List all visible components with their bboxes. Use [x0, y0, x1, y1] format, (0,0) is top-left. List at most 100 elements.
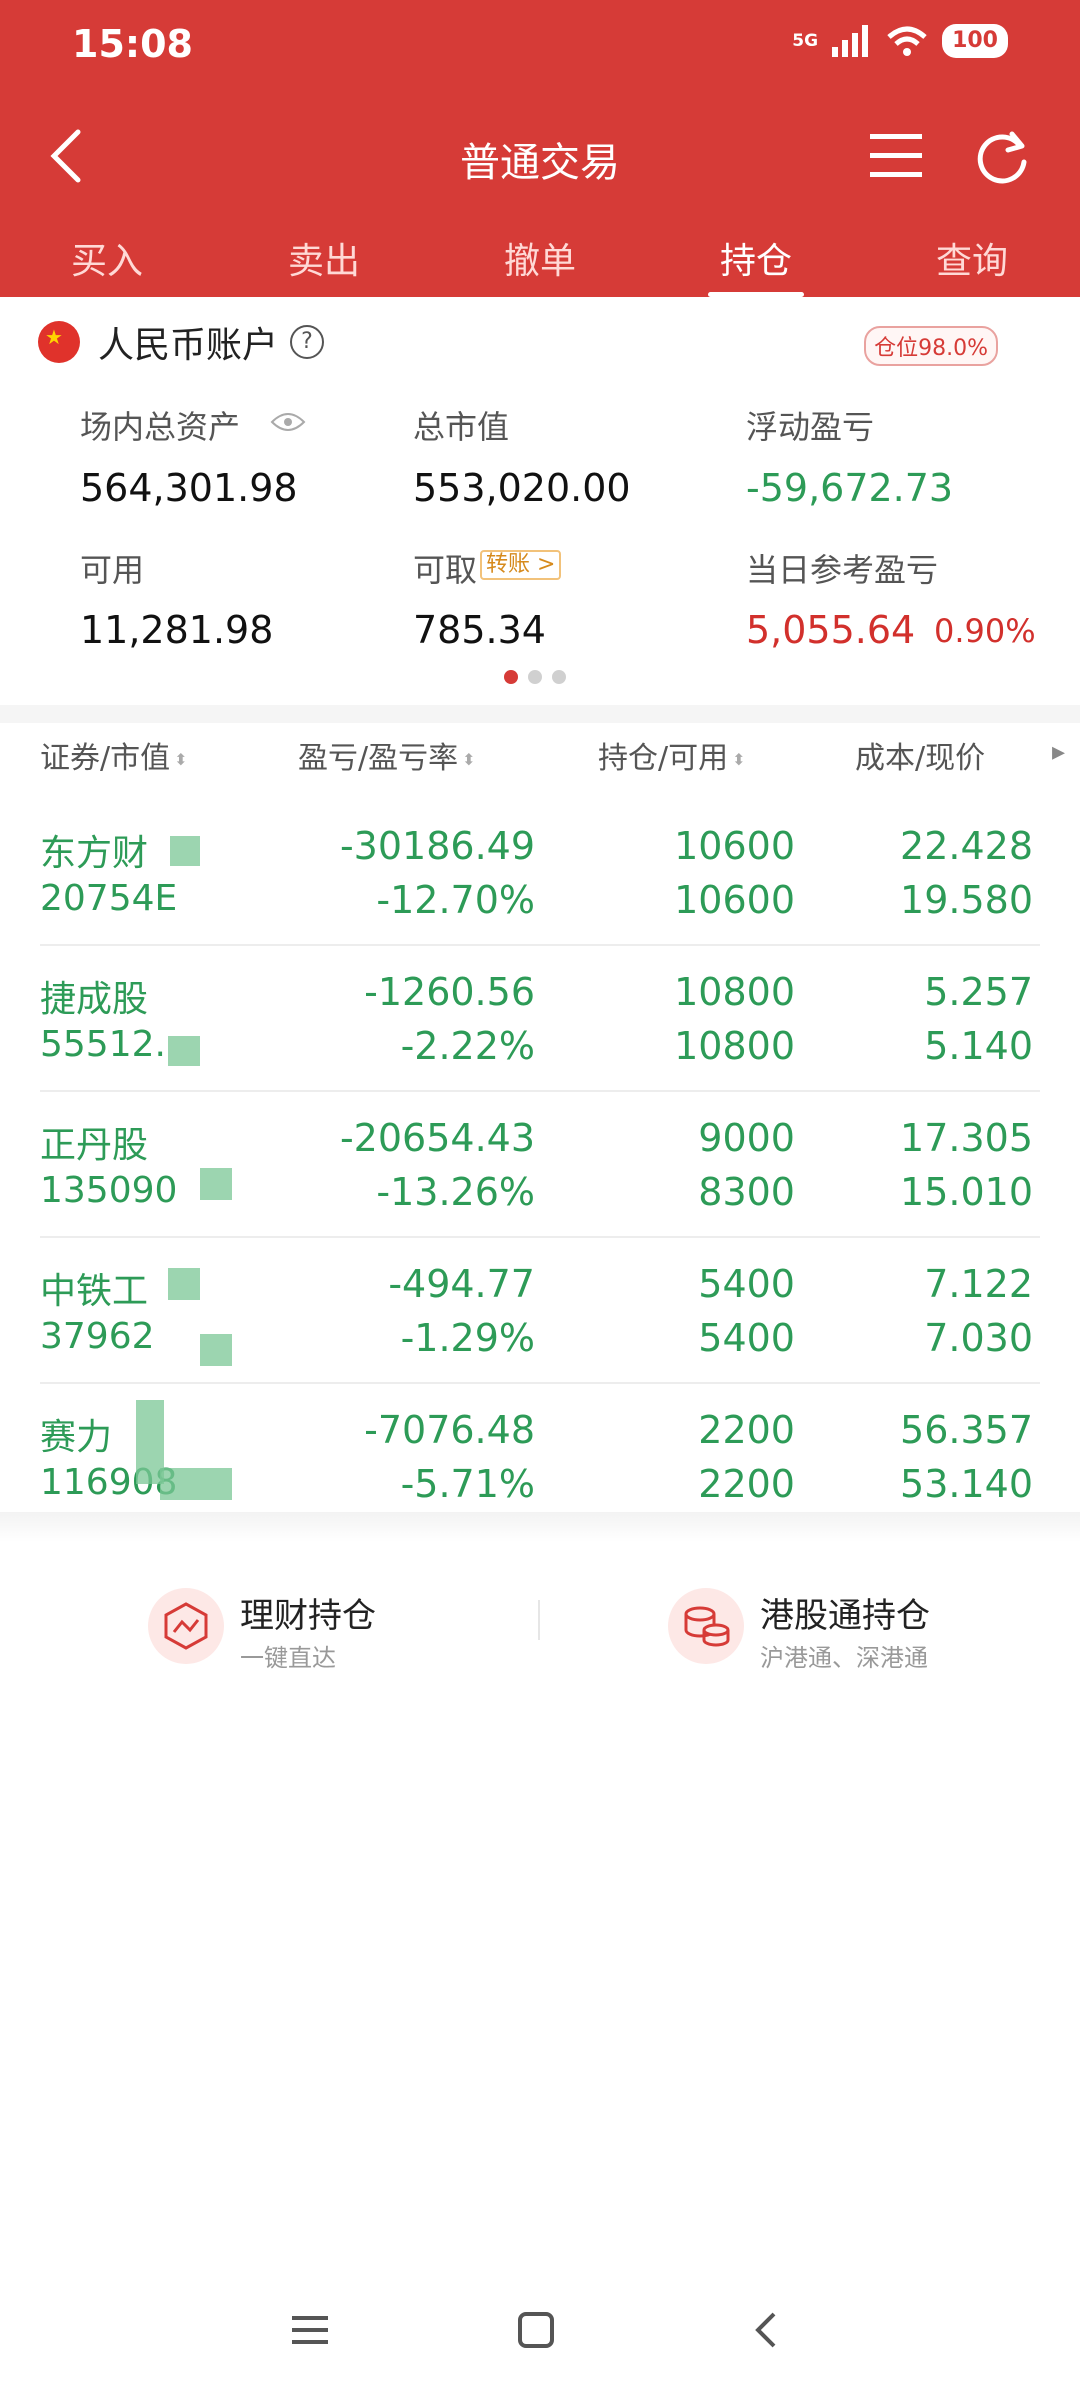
redaction-mosaic — [200, 1168, 232, 1200]
network-label: 5G — [792, 30, 819, 51]
status-icons: 5G 100 — [792, 24, 1008, 58]
cost-price: 17.305 — [900, 1116, 1033, 1160]
pl-rate: -1.29% — [400, 1316, 535, 1360]
nav-home-icon[interactable] — [516, 2310, 556, 2350]
tab-holdings[interactable]: 持仓 — [681, 232, 831, 284]
page-dot — [552, 670, 566, 684]
shortcut-divider — [538, 1600, 540, 1640]
status-time: 15:08 — [72, 22, 193, 66]
sort-icon: ⬍ — [732, 750, 746, 769]
position-qty: 10800 — [674, 970, 795, 1014]
col-header-position[interactable]: 持仓/可用 ⬍ — [598, 733, 746, 777]
security-market-value: 20754E — [40, 878, 178, 919]
pl-value: -494.77 — [388, 1262, 535, 1306]
current-price: 7.030 — [924, 1316, 1033, 1360]
current-price: 19.580 — [900, 878, 1033, 922]
security-name: 正丹股 — [40, 1125, 149, 1166]
tab-sell[interactable]: 卖出 — [249, 232, 399, 284]
section-divider — [0, 705, 1080, 723]
page-dot — [504, 670, 518, 684]
cost-price: 5.257 — [924, 970, 1033, 1014]
security-market-value: 37962 — [40, 1316, 155, 1357]
coins-stack-icon — [668, 1588, 744, 1664]
current-price: 5.140 — [924, 1024, 1033, 1068]
header-bar: 15:08 5G 100 普通交易 买入 卖出 撤单 持仓 查询 — [0, 0, 1080, 297]
help-icon[interactable]: ? — [290, 325, 325, 359]
position-ratio-badge: 仓位98.0% — [864, 326, 998, 366]
refresh-icon[interactable] — [972, 128, 1032, 188]
sort-icon: ⬍ — [462, 750, 476, 769]
table-row[interactable]: 东方财 20754E -30186.49 -12.70% 10600 10600… — [0, 800, 1080, 946]
wifi-icon — [887, 26, 927, 56]
account-title: 人民币账户 — [98, 325, 279, 366]
tab-query[interactable]: 查询 — [897, 232, 1047, 284]
trade-tabs: 买入 卖出 撤单 持仓 查询 — [0, 232, 1080, 292]
position-qty: 2200 — [698, 1408, 795, 1452]
cost-price: 7.122 — [924, 1262, 1033, 1306]
pl-rate: -13.26% — [376, 1170, 535, 1214]
position-qty: 5400 — [698, 1262, 795, 1306]
tab-cancel[interactable]: 撤单 — [465, 232, 615, 284]
wealth-chart-icon — [148, 1588, 224, 1664]
floating-pl-value: -59,672.73 — [746, 466, 954, 510]
scroll-right-icon[interactable]: ▸ — [1052, 737, 1065, 767]
pl-rate: -2.22% — [400, 1024, 535, 1068]
security-market-value: 135090 — [40, 1170, 178, 1211]
current-price: 53.140 — [900, 1462, 1033, 1506]
withdrawable-label: 可取 — [413, 551, 478, 589]
menu-icon[interactable] — [868, 130, 924, 182]
withdrawable-value: 785.34 — [413, 608, 546, 652]
signal-icon — [832, 25, 869, 57]
daily-pl-label: 当日参考盈亏 — [746, 551, 939, 589]
shortcut-subtitle: 沪港通、深港通 — [760, 1644, 928, 1672]
eye-icon[interactable] — [270, 410, 306, 434]
battery-indicator: 100 — [942, 24, 1008, 58]
available-qty: 10600 — [674, 878, 795, 922]
security-name: 捷成股 — [40, 979, 149, 1020]
tab-buy[interactable]: 买入 — [32, 232, 182, 284]
nav-menu-icon[interactable] — [290, 2310, 330, 2350]
pl-value: -30186.49 — [339, 824, 535, 868]
china-flag-icon — [38, 321, 80, 363]
page-indicator — [504, 670, 566, 684]
pl-rate: -5.71% — [400, 1462, 535, 1506]
total-assets-value: 564,301.98 — [80, 466, 298, 510]
redaction-mosaic — [168, 1036, 200, 1066]
redaction-mosaic — [160, 1468, 232, 1500]
transfer-button[interactable]: 转账 > — [480, 550, 562, 580]
col-header-label: 持仓/可用 — [598, 741, 729, 776]
pl-value: -1260.56 — [364, 970, 535, 1014]
active-tab-indicator — [708, 292, 804, 297]
account-header: 人民币账户 ? — [38, 320, 325, 366]
security-name: 中铁工 — [40, 1271, 149, 1312]
available-label: 可用 — [80, 551, 145, 589]
security-market-value: 55512. — [40, 1024, 166, 1065]
cost-price: 22.428 — [900, 824, 1033, 868]
shortcut-title: 理财持仓 — [240, 1596, 376, 1636]
col-header-label: 盈亏/盈亏率 — [298, 741, 459, 776]
col-header-security[interactable]: 证券/市值 ⬍ — [40, 733, 188, 777]
redaction-mosaic — [170, 836, 200, 866]
available-qty: 8300 — [698, 1170, 795, 1214]
table-row[interactable]: 赛力 116908 -7076.48 -5.71% 2200 2200 56.3… — [0, 1384, 1080, 1530]
total-assets-label: 场内总资产 — [80, 408, 241, 446]
position-qty: 9000 — [698, 1116, 795, 1160]
floating-pl-label: 浮动盈亏 — [746, 408, 875, 446]
position-qty: 10600 — [674, 824, 795, 868]
col-header-cost[interactable]: 成本/现价 — [855, 733, 985, 777]
available-value: 11,281.98 — [80, 608, 274, 652]
redaction-mosaic — [168, 1268, 200, 1300]
nav-back-icon[interactable] — [746, 2310, 786, 2350]
available-qty: 10800 — [674, 1024, 795, 1068]
table-row[interactable]: 捷成股 55512. -1260.56 -2.22% 10800 10800 5… — [0, 946, 1080, 1092]
available-qty: 2200 — [698, 1462, 795, 1506]
table-bottom-shadow — [0, 1512, 1080, 1542]
market-value-label: 总市值 — [413, 408, 510, 446]
col-header-label: 成本/现价 — [855, 741, 986, 776]
table-row[interactable]: 正丹股 135090 -20654.43 -13.26% 9000 8300 1… — [0, 1092, 1080, 1238]
shortcut-title: 港股通持仓 — [760, 1596, 930, 1636]
current-price: 15.010 — [900, 1170, 1033, 1214]
col-header-pl[interactable]: 盈亏/盈亏率 ⬍ — [298, 733, 476, 777]
pl-value: -7076.48 — [364, 1408, 535, 1452]
table-row[interactable]: 中铁工 37962 -494.77 -1.29% 5400 5400 7.122… — [0, 1238, 1080, 1384]
